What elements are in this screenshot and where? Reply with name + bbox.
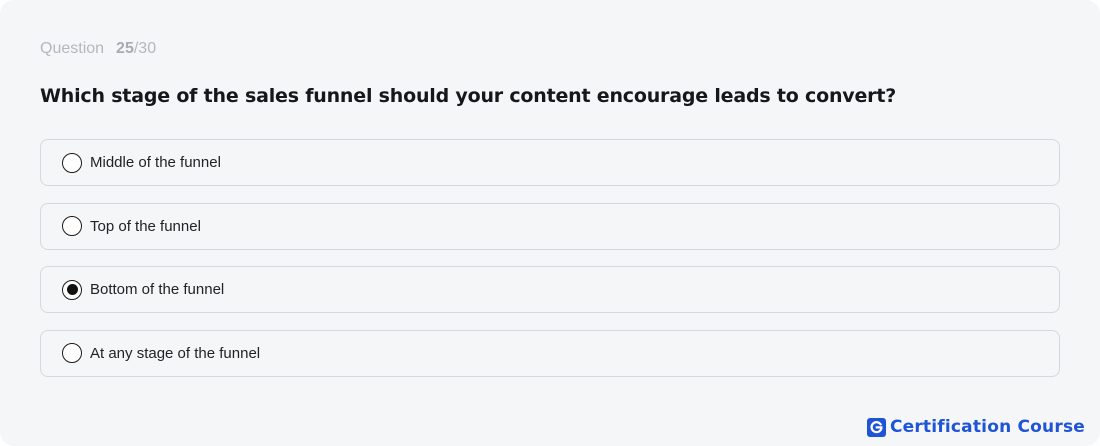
question-progress: 25/30 bbox=[116, 40, 156, 58]
answer-option[interactable]: At any stage of the funnel bbox=[40, 329, 1060, 377]
answer-option[interactable]: Bottom of the funnel bbox=[40, 266, 1060, 313]
radio-button[interactable] bbox=[62, 279, 82, 300]
question-total-number: /30 bbox=[133, 40, 157, 57]
question-current-number: 25 bbox=[116, 40, 134, 57]
g-logo-icon bbox=[866, 417, 886, 437]
radio-button[interactable] bbox=[62, 152, 82, 173]
answer-options: Middle of the funnel Top of the funnel B… bbox=[40, 139, 1060, 393]
radio-selected-dot bbox=[66, 284, 78, 295]
brand-name: Certification Course bbox=[889, 417, 1085, 437]
question-counter: Question 25/30 bbox=[40, 40, 156, 58]
radio-button[interactable] bbox=[62, 343, 82, 363]
quiz-card: Question 25/30 Which stage of the sales … bbox=[0, 0, 1100, 446]
answer-option[interactable]: Middle of the funnel bbox=[40, 139, 1060, 186]
answer-option-label: Top of the funnel bbox=[90, 217, 201, 235]
answer-option-label: Bottom of the funnel bbox=[90, 281, 225, 298]
answer-option-label: At any stage of the funnel bbox=[90, 344, 261, 362]
question-text: Which stage of the sales funnel should y… bbox=[40, 85, 897, 107]
answer-option[interactable]: Top of the funnel bbox=[40, 202, 1060, 250]
brand-logo: Certification Course bbox=[866, 417, 1085, 437]
radio-button[interactable] bbox=[62, 216, 82, 236]
answer-option-label: Middle of the funnel bbox=[90, 154, 221, 171]
question-counter-label: Question bbox=[40, 40, 105, 57]
